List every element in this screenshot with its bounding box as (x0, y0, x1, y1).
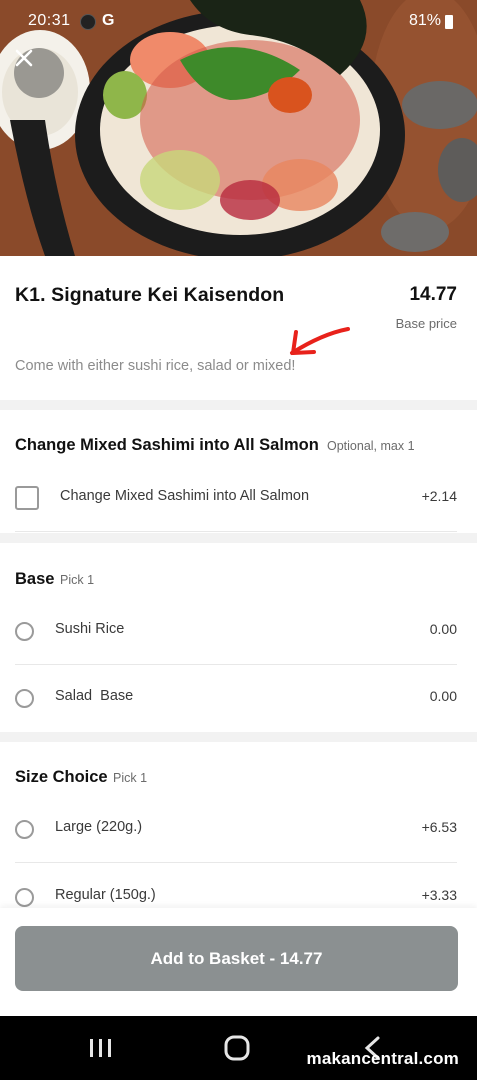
row-divider (15, 531, 457, 532)
group-hint-size: Pick 1 (113, 771, 148, 785)
section-divider (0, 533, 477, 543)
watermark: makancentral.com (306, 1049, 459, 1068)
option-label: Regular (150g.) (55, 887, 156, 903)
arrow-icon (290, 327, 350, 355)
section-divider (0, 732, 477, 742)
option-radio[interactable] (15, 689, 34, 708)
option-label: Salad Base (55, 688, 134, 704)
system-nav-bar (0, 1016, 477, 1080)
row-divider (15, 664, 457, 665)
option-price: +3.33 (421, 887, 457, 903)
option-label: Change Mixed Sashimi into All Salmon (60, 488, 310, 504)
item-title: K1. Signature Kei Kaisendon (15, 284, 285, 306)
group-hint-base: Pick 1 (60, 573, 95, 587)
section-divider (0, 400, 477, 410)
bottom-action-bar: Add to Basket - 14.77 (0, 908, 477, 1016)
notification-icon (80, 14, 96, 30)
carrier-icon: G (102, 12, 115, 29)
option-checkbox[interactable] (15, 486, 39, 510)
option-radio[interactable] (15, 622, 34, 641)
battery-level: 81% (408, 12, 441, 29)
row-divider (15, 862, 457, 863)
option-price: +6.53 (421, 819, 457, 835)
option-label: Large (220g.) (55, 819, 143, 835)
add-to-basket-button[interactable]: Add to Basket - 14.77 (15, 926, 458, 991)
option-all-salmon[interactable]: Change Mixed Sashimi into All Salmon +2.… (0, 468, 477, 528)
close-button[interactable] (14, 48, 64, 98)
recents-icon[interactable] (80, 1032, 120, 1064)
close-icon (15, 49, 33, 67)
status-bar: 20:31 G 81% (0, 10, 477, 34)
food-photo-illustration (0, 0, 477, 256)
option-price: 0.00 (429, 688, 457, 704)
base-price-caption: Base price (395, 316, 457, 331)
hero-photo: 20:31 G 81% (0, 0, 477, 256)
option-price: 0.00 (429, 621, 457, 637)
option-salad-base[interactable]: Salad Base 0.00 (0, 668, 477, 728)
group-title-base: Base (15, 570, 55, 588)
status-time: 20:31 (28, 12, 71, 29)
option-radio[interactable] (15, 820, 34, 839)
item-price: 14.77 (409, 284, 457, 305)
option-radio[interactable] (15, 888, 34, 907)
battery-icon (445, 15, 453, 29)
option-sushi-rice[interactable]: Sushi Rice 0.00 (0, 601, 477, 661)
option-price: +2.14 (421, 488, 457, 504)
item-header: K1. Signature Kei Kaisendon 14.77 Base p… (0, 256, 477, 400)
item-description: Come with either sushi rice, salad or mi… (15, 358, 296, 374)
option-label: Sushi Rice (55, 621, 125, 637)
group-hint-salmon: Optional, max 1 (327, 439, 415, 453)
group-title-salmon: Change Mixed Sashimi into All Salmon (15, 436, 319, 454)
option-large[interactable]: Large (220g.) +6.53 (0, 799, 477, 859)
home-icon[interactable] (217, 1032, 257, 1064)
group-title-size: Size Choice (15, 768, 108, 786)
